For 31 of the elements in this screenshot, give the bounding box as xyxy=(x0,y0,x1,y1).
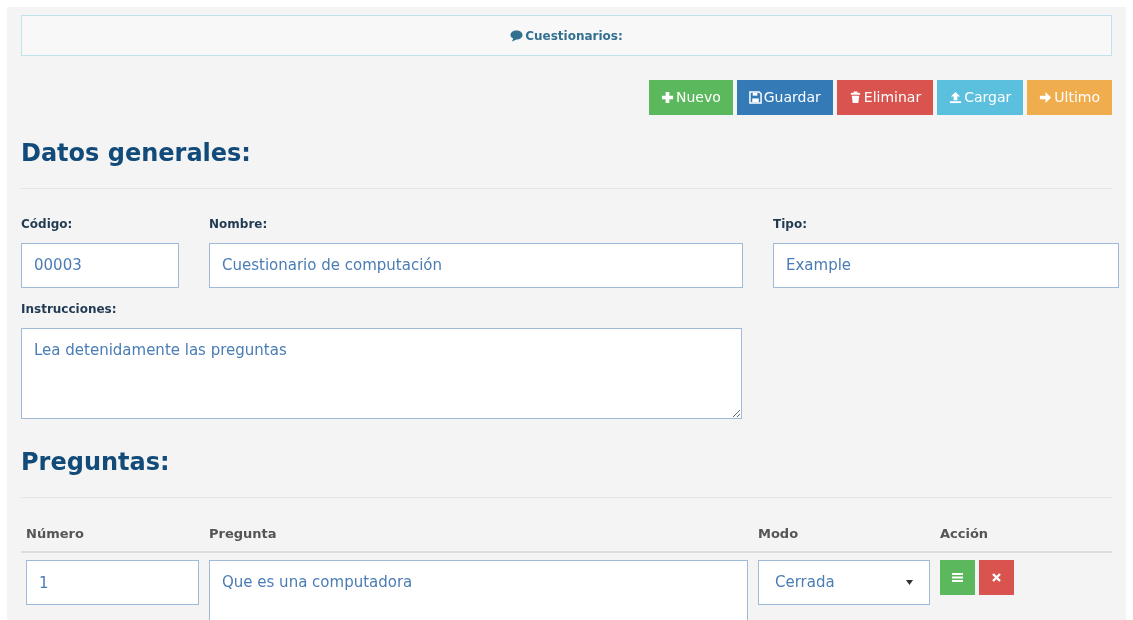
input-field[interactable]: 00003 xyxy=(21,242,179,288)
section-heading: Preguntas: xyxy=(21,447,171,477)
upload-icon xyxy=(949,91,963,104)
toolbar-button[interactable]: Nuevo xyxy=(648,80,733,115)
text-area[interactable]: Que es una computadora xyxy=(209,560,748,620)
column-header: Número xyxy=(26,525,84,541)
delete-button[interactable] xyxy=(979,560,1014,596)
toolbar-button[interactable]: Eliminar xyxy=(836,80,934,115)
menu-icon xyxy=(952,573,963,583)
field-label: Nombre: xyxy=(209,215,269,233)
input-field[interactable]: Cuestionario de computación xyxy=(209,242,743,288)
header-title: Cuestionarios: xyxy=(525,27,623,45)
select-field[interactable]: Cerrada xyxy=(758,560,930,606)
caret-icon xyxy=(906,580,913,586)
input-field[interactable]: Example xyxy=(773,242,1119,288)
toolbar-button[interactable]: Guardar xyxy=(736,80,833,115)
close-icon xyxy=(992,573,1001,583)
field-label: Instrucciones: xyxy=(21,300,118,318)
arrow-right-icon xyxy=(1039,91,1053,104)
plus-icon xyxy=(660,91,674,104)
trash-icon xyxy=(848,91,862,104)
column-header: Modo xyxy=(758,525,799,541)
list-button[interactable] xyxy=(940,560,975,596)
column-header: Pregunta xyxy=(209,525,277,541)
input-field[interactable]: 1 xyxy=(26,560,199,606)
section-heading: Datos generales: xyxy=(21,139,252,168)
field-label: Tipo: xyxy=(773,215,808,233)
column-header: Acción xyxy=(940,525,989,541)
speech-bubble-icon xyxy=(510,29,524,42)
field-label: Código: xyxy=(21,215,74,233)
text-area[interactable]: Lea detenidamente las preguntas xyxy=(21,327,742,419)
